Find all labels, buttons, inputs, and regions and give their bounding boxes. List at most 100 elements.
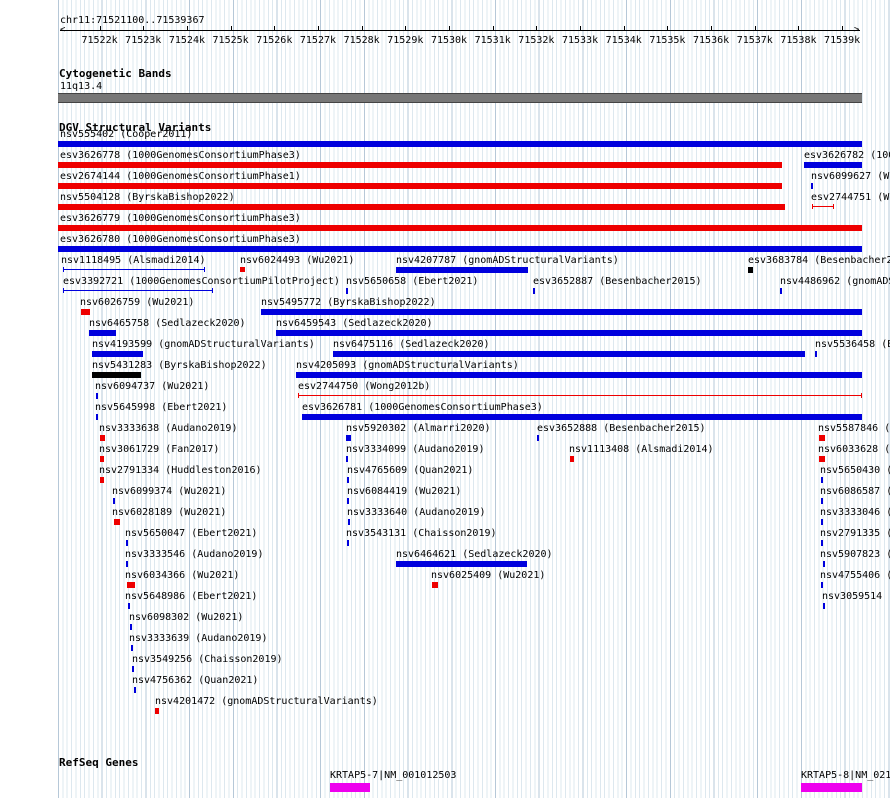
variant-bar[interactable]: [821, 477, 823, 483]
variant-label: nsv5536458 (ByrskaBishop2022): [815, 339, 890, 350]
variant-bar[interactable]: [100, 435, 105, 441]
variant-label: esv3626779 (1000GenomesConsortiumPhase3): [60, 213, 301, 224]
variant-bar[interactable]: [100, 456, 104, 462]
variant-bar[interactable]: [302, 414, 862, 420]
variant-bar[interactable]: [240, 267, 245, 272]
variant-bar[interactable]: [126, 540, 128, 546]
variant-bar[interactable]: [261, 309, 862, 315]
variant-bar[interactable]: [132, 666, 134, 672]
variant-label: nsv4765609 (Quan2021): [347, 465, 474, 476]
refseq-track-title[interactable]: RefSeq Genes: [59, 757, 138, 769]
variant-bar[interactable]: [823, 561, 825, 567]
variant-label: nsv3543131 (Chaisson2019): [346, 528, 497, 539]
variant-bar[interactable]: [348, 519, 350, 525]
variant-bar[interactable]: [296, 372, 862, 378]
variant-bar[interactable]: [821, 498, 823, 504]
variant-bar[interactable]: [126, 561, 128, 567]
variant-label: nsv3334099 (Audano2019): [346, 444, 485, 455]
variant-label: nsv5645998 (Ebert2021): [95, 402, 228, 413]
variant-bar[interactable]: [812, 206, 834, 207]
variant-label: nsv6459543 (Sedlazeck2020): [276, 318, 433, 329]
variant-bar[interactable]: [821, 540, 823, 546]
variant-label: esv3683784 (Besenbacher2015): [748, 255, 890, 266]
variant-bar[interactable]: [92, 351, 143, 357]
variant-bar[interactable]: [780, 288, 782, 294]
gene-bar[interactable]: [801, 783, 862, 792]
variant-bar[interactable]: [346, 456, 348, 462]
variant-bar[interactable]: [81, 309, 90, 315]
variant-bar[interactable]: [819, 456, 825, 462]
cytoband-bar[interactable]: [58, 93, 862, 103]
ruler-tick-label: 71539k: [824, 35, 861, 46]
variant-bar[interactable]: [155, 708, 159, 714]
variant-label: esv3652887 (Besenbacher2015): [533, 276, 702, 287]
variant-label: nsv6034366 (Wu2021): [125, 570, 240, 581]
variant-bar-start-cap: [298, 393, 299, 398]
ruler-tick: [579, 26, 581, 31]
variant-label: nsv2791335 (Huddleston2016): [820, 528, 890, 539]
variant-bar[interactable]: [347, 540, 349, 546]
variant-bar[interactable]: [396, 561, 527, 567]
variant-bar[interactable]: [63, 269, 205, 270]
variant-bar[interactable]: [128, 603, 130, 609]
gene-bar[interactable]: [330, 783, 370, 792]
variant-label: nsv6099374 (Wu2021): [112, 486, 227, 497]
variant-bar[interactable]: [346, 288, 348, 294]
variant-bar[interactable]: [96, 414, 98, 420]
variant-bar[interactable]: [130, 624, 132, 630]
variant-bar[interactable]: [276, 330, 862, 336]
variant-label: esv3626778 (1000GenomesConsortiumPhase3): [60, 150, 301, 161]
variant-bar[interactable]: [537, 435, 539, 441]
ruler-tick-label: 71527k: [299, 35, 337, 46]
variant-label: esv2674144 (1000GenomesConsortiumPhase1): [60, 171, 301, 182]
ruler-tick: [623, 26, 625, 31]
variant-bar[interactable]: [114, 519, 120, 525]
variant-bar[interactable]: [113, 498, 115, 504]
variant-bar[interactable]: [58, 246, 862, 252]
variant-label: nsv5907823 (Almarri2020): [820, 549, 890, 560]
variant-bar[interactable]: [346, 435, 351, 441]
variant-bar[interactable]: [58, 225, 862, 231]
variant-bar[interactable]: [347, 477, 349, 483]
variant-bar[interactable]: [533, 288, 535, 294]
cytoband-track-title[interactable]: Cytogenetic Bands: [59, 68, 172, 80]
variant-bar[interactable]: [819, 435, 825, 441]
ruler-tick-label: 71522k: [81, 35, 118, 46]
variant-bar[interactable]: [127, 582, 135, 588]
variant-label: nsv6033628 (Wu2021): [818, 444, 890, 455]
variant-bar[interactable]: [396, 267, 528, 273]
variant-bar[interactable]: [804, 162, 862, 168]
variant-bar[interactable]: [58, 204, 785, 210]
variant-bar[interactable]: [821, 519, 823, 525]
variant-bar[interactable]: [92, 372, 141, 378]
variant-bar[interactable]: [347, 498, 349, 504]
variant-bar[interactable]: [58, 141, 862, 147]
ruler-tick: [536, 26, 538, 31]
variant-bar[interactable]: [821, 582, 823, 588]
variant-bar[interactable]: [58, 162, 782, 168]
variant-bar[interactable]: [134, 687, 136, 693]
variant-bar[interactable]: [570, 456, 574, 462]
variant-bar[interactable]: [823, 603, 825, 609]
variant-bar[interactable]: [131, 645, 133, 651]
variant-bar[interactable]: [58, 183, 782, 189]
variant-label: nsv5650430 (Ebert2021): [820, 465, 890, 476]
variant-bar-end-cap: [204, 267, 205, 272]
variant-label: nsv5504128 (ByrskaBishop2022): [60, 192, 235, 203]
variant-bar[interactable]: [63, 290, 213, 291]
variant-bar[interactable]: [100, 477, 104, 483]
variant-bar[interactable]: [815, 351, 817, 357]
variant-bar[interactable]: [333, 351, 805, 357]
variant-label: nsv3061729 (Fan2017): [99, 444, 220, 455]
variant-label: nsv6099627 (Wu2021): [811, 171, 890, 182]
ruler-tick: [448, 26, 450, 31]
variant-bar[interactable]: [298, 395, 862, 396]
variant-bar[interactable]: [89, 330, 116, 336]
variant-label: nsv3333546 (Audano2019): [125, 549, 264, 560]
variant-bar[interactable]: [748, 267, 753, 273]
variant-bar[interactable]: [811, 183, 813, 189]
variant-bar[interactable]: [96, 393, 98, 399]
variant-label: nsv4207787 (gnomADStructuralVariants): [396, 255, 619, 266]
variant-label: esv2744750 (Wong2012b): [298, 381, 431, 392]
variant-bar[interactable]: [432, 582, 438, 588]
